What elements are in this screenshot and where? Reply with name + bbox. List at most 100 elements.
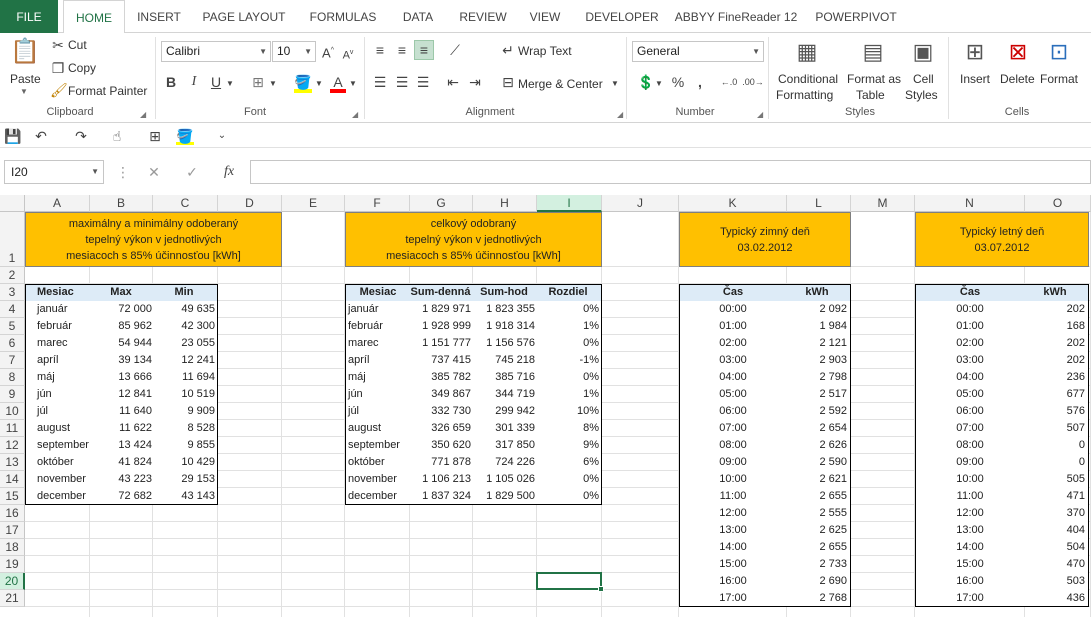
- formula-input[interactable]: [250, 160, 1091, 184]
- conditional-formatting-label[interactable]: Formatting: [776, 88, 833, 102]
- column-header-j[interactable]: J: [602, 195, 679, 212]
- borders-icon[interactable]: ⊞: [146, 127, 164, 145]
- table-winter-day-cell[interactable]: 2 690: [787, 573, 847, 590]
- row-header-14[interactable]: 14: [0, 471, 25, 488]
- table-summer-day-cell[interactable]: 168: [1025, 318, 1085, 335]
- row-header-17[interactable]: 17: [0, 522, 25, 539]
- table-total-cell[interactable]: 1 156 576: [473, 335, 535, 352]
- tab-home[interactable]: HOME: [63, 0, 125, 34]
- row-header-6[interactable]: 6: [0, 335, 25, 352]
- delete-button[interactable]: Delete: [1000, 72, 1035, 86]
- fill-handle[interactable]: [598, 586, 604, 592]
- column-header-e[interactable]: E: [282, 195, 345, 212]
- table-winter-day-cell[interactable]: 2 517: [787, 386, 847, 403]
- table-total-cell[interactable]: august: [348, 420, 408, 437]
- table-max-min-cell[interactable]: 72 682: [90, 488, 152, 505]
- table-total-cell[interactable]: 1 837 324: [410, 488, 471, 505]
- table-total-cell[interactable]: 1 918 314: [473, 318, 535, 335]
- table-winter-day-cell[interactable]: 2 621: [787, 471, 847, 488]
- percent-icon[interactable]: %: [670, 73, 686, 91]
- table-winter-day-cell[interactable]: 01:00: [680, 318, 786, 335]
- table-max-min-cell[interactable]: február: [37, 318, 87, 335]
- copy-button[interactable]: Copy: [68, 61, 96, 75]
- row-header-5[interactable]: 5: [0, 318, 25, 335]
- table-total-cell[interactable]: 344 719: [473, 386, 535, 403]
- touch-mode-icon[interactable]: ☝: [108, 127, 126, 145]
- column-header-g[interactable]: G: [410, 195, 473, 212]
- delete-cells-icon[interactable]: ⊠: [1003, 37, 1033, 67]
- row-header-8[interactable]: 8: [0, 369, 25, 386]
- cut-icon[interactable]: ✂: [50, 36, 66, 54]
- table-summer-day-cell[interactable]: 07:00: [916, 420, 1024, 437]
- row-header-20[interactable]: 20: [0, 573, 25, 590]
- table-winter-day-cell[interactable]: 2 592: [787, 403, 847, 420]
- merge-center-icon[interactable]: ⊟: [499, 73, 517, 91]
- table-total-cell[interactable]: 1 829 971: [410, 301, 471, 318]
- table-max-min-cell[interactable]: august: [37, 420, 87, 437]
- borders-icon[interactable]: ⊞: [250, 73, 266, 91]
- fill-color-icon[interactable]: 🪣: [176, 127, 194, 145]
- chevron-down-icon[interactable]: ▼: [610, 75, 620, 93]
- row-header-10[interactable]: 10: [0, 403, 25, 420]
- table-summer-day-cell[interactable]: 17:00: [916, 590, 1024, 607]
- table-total-cell[interactable]: november: [348, 471, 408, 488]
- clipboard-launcher-icon[interactable]: ◢: [140, 110, 146, 119]
- chevron-down-icon[interactable]: ▼: [348, 75, 358, 93]
- insert-function-icon[interactable]: fx: [220, 163, 238, 181]
- table-total-cell[interactable]: 1 829 500: [473, 488, 535, 505]
- table-winter-day-cell[interactable]: 11:00: [680, 488, 786, 505]
- table-winter-day-cell[interactable]: 14:00: [680, 539, 786, 556]
- table-winter-day-cell[interactable]: 2 092: [787, 301, 847, 318]
- table-max-min-cell[interactable]: 12 841: [90, 386, 152, 403]
- table-summer-day-cell[interactable]: 370: [1025, 505, 1085, 522]
- column-header-b[interactable]: B: [90, 195, 153, 212]
- decrease-decimal-icon[interactable]: .00→: [742, 73, 764, 91]
- table-max-min-cell[interactable]: 72 000: [90, 301, 152, 318]
- underline-icon[interactable]: U: [208, 73, 224, 91]
- table-max-min-cell[interactable]: december: [37, 488, 87, 505]
- table-winter-day-cell[interactable]: 13:00: [680, 522, 786, 539]
- table-max-min-cell[interactable]: január: [37, 301, 87, 318]
- row-header-7[interactable]: 7: [0, 352, 25, 369]
- paste-dropdown-icon[interactable]: ▼: [20, 87, 28, 96]
- table-summer-day-cell[interactable]: 16:00: [916, 573, 1024, 590]
- tab-insert[interactable]: INSERT: [130, 0, 188, 33]
- table-winter-day-cell[interactable]: 1 984: [787, 318, 847, 335]
- table-summer-day-cell[interactable]: 03:00: [916, 352, 1024, 369]
- table-total-cell[interactable]: 1 151 777: [410, 335, 471, 352]
- table-summer-day-cell[interactable]: 01:00: [916, 318, 1024, 335]
- table-summer-day-cell[interactable]: 505: [1025, 471, 1085, 488]
- table-winter-day-cell[interactable]: 2 655: [787, 539, 847, 556]
- format-cells-icon[interactable]: ⊡: [1044, 37, 1074, 67]
- table-winter-day-cell[interactable]: 15:00: [680, 556, 786, 573]
- column-header-i[interactable]: I: [537, 195, 602, 212]
- tab-abbyy[interactable]: ABBYY FineReader 12: [672, 0, 800, 33]
- paste-button[interactable]: Paste: [10, 72, 41, 86]
- table-winter-day-cell[interactable]: 04:00: [680, 369, 786, 386]
- table-total-cell[interactable]: 1%: [537, 318, 599, 335]
- decrease-font-icon[interactable]: Av: [341, 44, 355, 65]
- table-winter-day-cell[interactable]: 08:00: [680, 437, 786, 454]
- table-summer-day-cell[interactable]: 10:00: [916, 471, 1024, 488]
- table-winter-day-cell[interactable]: 2 626: [787, 437, 847, 454]
- undo-icon[interactable]: ↶: [32, 127, 50, 145]
- row-header-9[interactable]: 9: [0, 386, 25, 403]
- table-total-cell[interactable]: 299 942: [473, 403, 535, 420]
- cell-styles-button[interactable]: Cell: [913, 72, 934, 86]
- format-painter-icon[interactable]: 🖌: [50, 81, 68, 99]
- table-summer-day-cell[interactable]: 236: [1025, 369, 1085, 386]
- table-max-min-cell[interactable]: 10 429: [153, 454, 215, 471]
- table-total-cell[interactable]: 0%: [537, 471, 599, 488]
- table-max-min-cell[interactable]: 54 944: [90, 335, 152, 352]
- table-winter-day-cell[interactable]: 10:00: [680, 471, 786, 488]
- table-max-min-cell[interactable]: 9 909: [153, 403, 215, 420]
- insert-cells-icon[interactable]: ⊞: [960, 37, 990, 67]
- table-max-min-cell[interactable]: máj: [37, 369, 87, 386]
- table-total-cell[interactable]: december: [348, 488, 408, 505]
- table-total-cell[interactable]: máj: [348, 369, 408, 386]
- row-header-15[interactable]: 15: [0, 488, 25, 505]
- spreadsheet-grid[interactable]: A B C D E F G H I J K L M N O 1 2 3 4 5 6 7 8 9 10 11 12 13 14 15 16 17…: [0, 195, 1091, 617]
- table-summer-day-cell[interactable]: 12:00: [916, 505, 1024, 522]
- save-icon[interactable]: 💾: [4, 127, 22, 145]
- format-as-table-button[interactable]: Format as: [847, 72, 901, 86]
